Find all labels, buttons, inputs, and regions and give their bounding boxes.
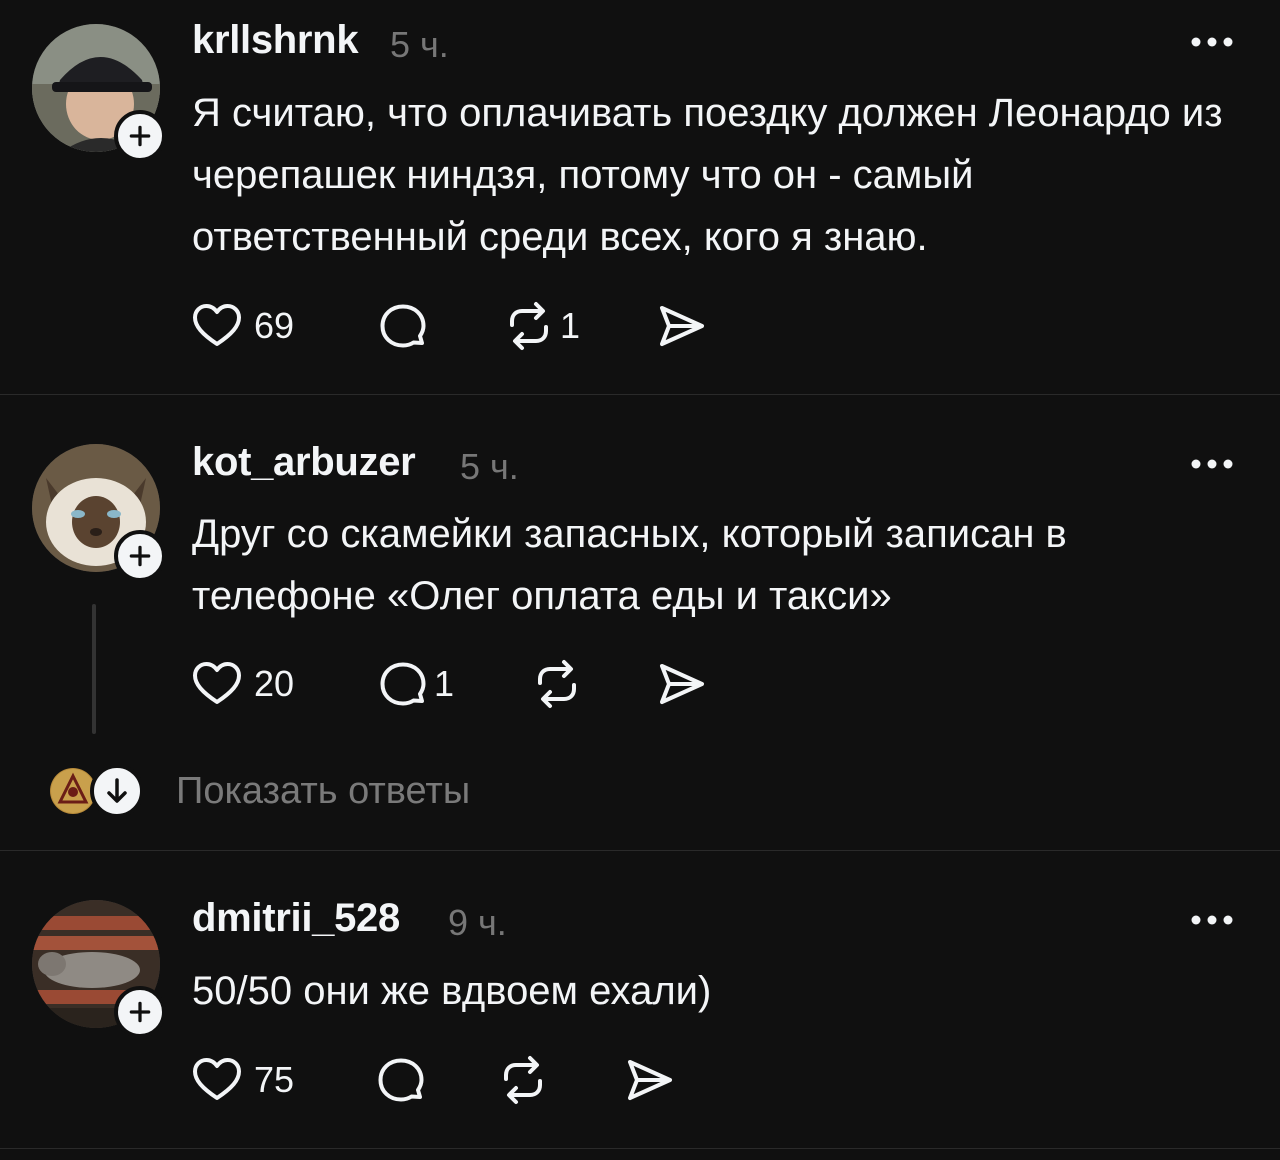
- comment-button[interactable]: [374, 1052, 428, 1108]
- repost-count: 1: [560, 305, 581, 346]
- username[interactable]: kot_arbuzer: [192, 440, 416, 485]
- share-button[interactable]: [654, 298, 708, 354]
- heart-icon: [193, 304, 241, 346]
- divider: [0, 394, 1280, 395]
- like-button[interactable]: 75: [190, 1052, 294, 1108]
- expand-replies-button[interactable]: [90, 764, 144, 818]
- heart-icon: [193, 1058, 241, 1100]
- plus-icon: [129, 545, 151, 567]
- send-icon: [628, 1060, 672, 1100]
- plus-icon: [129, 1001, 151, 1023]
- like-button[interactable]: 69: [190, 298, 294, 354]
- username[interactable]: krllshrnk: [192, 18, 359, 63]
- like-count: 20: [254, 663, 295, 704]
- more-dots-icon[interactable]: [1188, 34, 1236, 50]
- share-button[interactable]: [654, 656, 708, 712]
- comment-bubble-icon: [380, 662, 426, 706]
- repost-icon: [504, 1056, 542, 1104]
- repost-button[interactable]: [530, 656, 584, 712]
- plus-icon: [129, 125, 151, 147]
- comment-bubble-icon: [380, 304, 426, 348]
- repost-icon: [510, 302, 548, 350]
- arrow-down-icon: [107, 778, 127, 803]
- share-button[interactable]: [622, 1052, 676, 1108]
- comment-button[interactable]: [376, 298, 430, 354]
- post-time: 5 ч.: [460, 446, 519, 487]
- post-text: 50/50 они же вдвоем ехали): [192, 969, 712, 1013]
- send-icon: [660, 664, 704, 704]
- post-time: 9 ч.: [448, 902, 507, 943]
- send-icon: [660, 306, 704, 346]
- more-dots-icon[interactable]: [1188, 456, 1236, 472]
- like-count: 75: [254, 1059, 295, 1100]
- comment-bubble-icon: [378, 1058, 424, 1102]
- repost-button[interactable]: [496, 1052, 550, 1108]
- follow-button[interactable]: [114, 110, 166, 162]
- post-text: Я считаю, что оплачивать поездку должен …: [192, 91, 1223, 259]
- repost-button[interactable]: 1: [502, 298, 580, 354]
- post-time: 5 ч.: [390, 24, 449, 65]
- heart-icon: [193, 662, 241, 704]
- divider: [0, 850, 1280, 851]
- show-replies-label[interactable]: Показать ответы: [176, 770, 470, 813]
- comment-button[interactable]: 1: [376, 656, 454, 712]
- follow-button[interactable]: [114, 986, 166, 1038]
- like-count: 69: [254, 305, 295, 346]
- like-button[interactable]: 20: [190, 656, 294, 712]
- divider: [0, 1148, 1280, 1149]
- repost-icon: [538, 660, 576, 708]
- follow-button[interactable]: [114, 530, 166, 582]
- post-text: Друг со скамейки запасных, который запис…: [192, 512, 1067, 618]
- show-replies-row[interactable]: Показать ответы: [50, 764, 550, 820]
- more-dots-icon[interactable]: [1188, 912, 1236, 928]
- username[interactable]: dmitrii_528: [192, 896, 400, 941]
- comment-count: 1: [434, 663, 455, 704]
- thread-line: [92, 604, 96, 734]
